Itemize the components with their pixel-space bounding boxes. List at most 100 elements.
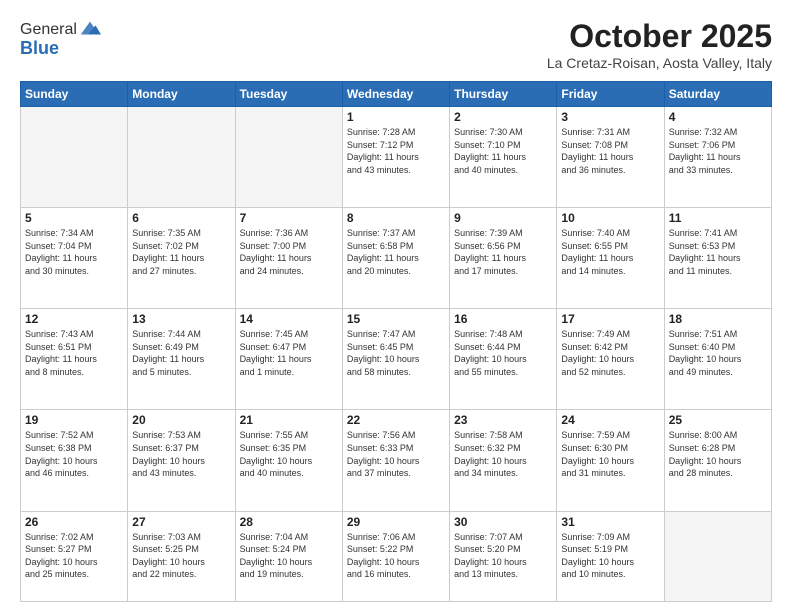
- weekday-header-tuesday: Tuesday: [235, 82, 342, 107]
- day-cell: 19 Sunrise: 7:52 AM Sunset: 6:38 PM Dayli…: [21, 410, 128, 511]
- day-number: 13: [132, 312, 230, 326]
- day-number: 10: [561, 211, 659, 225]
- day-number: 31: [561, 515, 659, 529]
- day-cell: 6 Sunrise: 7:35 AM Sunset: 7:02 PM Daylig…: [128, 208, 235, 309]
- day-cell: 3Sunrise: 7:31 AM Sunset: 7:08 PM Daylig…: [557, 107, 664, 208]
- logo-blue-text: Blue: [20, 38, 101, 59]
- day-cell: [21, 107, 128, 208]
- day-info: Sunrise: 7:51 AM Sunset: 6:40 PM Dayligh…: [669, 328, 767, 378]
- day-cell: 28 Sunrise: 7:04 AM Sunset: 5:24 PM Dayli…: [235, 511, 342, 602]
- week-row-5: 26 Sunrise: 7:02 AM Sunset: 5:27 PM Dayli…: [21, 511, 772, 602]
- day-number: 25: [669, 413, 767, 427]
- day-info: Sunrise: 7:39 AM Sunset: 6:56 PM Dayligh…: [454, 227, 552, 277]
- day-cell: 23 Sunrise: 7:58 AM Sunset: 6:32 PM Dayli…: [450, 410, 557, 511]
- day-info: Sunrise: 7:43 AM Sunset: 6:51 PM Dayligh…: [25, 328, 123, 378]
- day-info: Sunrise: 7:06 AM Sunset: 5:22 PM Dayligh…: [347, 531, 445, 581]
- day-cell: 22Sunrise: 7:56 AM Sunset: 6:33 PM Dayli…: [342, 410, 449, 511]
- day-info: Sunrise: 7:30 AM Sunset: 7:10 PM Dayligh…: [454, 126, 552, 176]
- day-cell: 24Sunrise: 7:59 AM Sunset: 6:30 PM Dayli…: [557, 410, 664, 511]
- day-cell: 9 Sunrise: 7:39 AM Sunset: 6:56 PM Daylig…: [450, 208, 557, 309]
- day-info: Sunrise: 7:47 AM Sunset: 6:45 PM Dayligh…: [347, 328, 445, 378]
- day-info: Sunrise: 8:00 AM Sunset: 6:28 PM Dayligh…: [669, 429, 767, 479]
- day-cell: 7Sunrise: 7:36 AM Sunset: 7:00 PM Daylig…: [235, 208, 342, 309]
- day-info: Sunrise: 7:35 AM Sunset: 7:02 PM Dayligh…: [132, 227, 230, 277]
- day-cell: 10 Sunrise: 7:40 AM Sunset: 6:55 PM Dayli…: [557, 208, 664, 309]
- day-number: 9: [454, 211, 552, 225]
- logo-icon: [79, 18, 101, 40]
- day-number: 28: [240, 515, 338, 529]
- day-cell: 4Sunrise: 7:32 AM Sunset: 7:06 PM Daylig…: [664, 107, 771, 208]
- day-info: Sunrise: 7:52 AM Sunset: 6:38 PM Dayligh…: [25, 429, 123, 479]
- day-cell: 5Sunrise: 7:34 AM Sunset: 7:04 PM Daylig…: [21, 208, 128, 309]
- day-number: 6: [132, 211, 230, 225]
- day-cell: 27 Sunrise: 7:03 AM Sunset: 5:25 PM Dayli…: [128, 511, 235, 602]
- calendar-table: SundayMondayTuesdayWednesdayThursdayFrid…: [20, 81, 772, 602]
- day-info: Sunrise: 7:58 AM Sunset: 6:32 PM Dayligh…: [454, 429, 552, 479]
- day-number: 15: [347, 312, 445, 326]
- day-info: Sunrise: 7:04 AM Sunset: 5:24 PM Dayligh…: [240, 531, 338, 581]
- logo: General Blue: [20, 18, 101, 59]
- day-cell: 8Sunrise: 7:37 AM Sunset: 6:58 PM Daylig…: [342, 208, 449, 309]
- day-info: Sunrise: 7:09 AM Sunset: 5:19 PM Dayligh…: [561, 531, 659, 581]
- day-number: 23: [454, 413, 552, 427]
- day-number: 18: [669, 312, 767, 326]
- day-cell: 2 Sunrise: 7:30 AM Sunset: 7:10 PM Daylig…: [450, 107, 557, 208]
- day-cell: 20 Sunrise: 7:53 AM Sunset: 6:37 PM Dayli…: [128, 410, 235, 511]
- day-cell: 14 Sunrise: 7:45 AM Sunset: 6:47 PM Dayli…: [235, 309, 342, 410]
- day-number: 12: [25, 312, 123, 326]
- weekday-header-row: SundayMondayTuesdayWednesdayThursdayFrid…: [21, 82, 772, 107]
- day-number: 29: [347, 515, 445, 529]
- calendar-title: October 2025: [547, 18, 772, 55]
- calendar-subtitle: La Cretaz-Roisan, Aosta Valley, Italy: [547, 55, 772, 71]
- day-cell: 1 Sunrise: 7:28 AM Sunset: 7:12 PM Daylig…: [342, 107, 449, 208]
- day-info: Sunrise: 7:49 AM Sunset: 6:42 PM Dayligh…: [561, 328, 659, 378]
- day-info: Sunrise: 7:53 AM Sunset: 6:37 PM Dayligh…: [132, 429, 230, 479]
- day-number: 5: [25, 211, 123, 225]
- day-number: 30: [454, 515, 552, 529]
- weekday-header-friday: Friday: [557, 82, 664, 107]
- day-info: Sunrise: 7:31 AM Sunset: 7:08 PM Dayligh…: [561, 126, 659, 176]
- week-row-4: 19 Sunrise: 7:52 AM Sunset: 6:38 PM Dayli…: [21, 410, 772, 511]
- day-number: 24: [561, 413, 659, 427]
- day-cell: 16Sunrise: 7:48 AM Sunset: 6:44 PM Dayli…: [450, 309, 557, 410]
- week-row-1: 1 Sunrise: 7:28 AM Sunset: 7:12 PM Daylig…: [21, 107, 772, 208]
- day-number: 27: [132, 515, 230, 529]
- day-number: 26: [25, 515, 123, 529]
- day-info: Sunrise: 7:41 AM Sunset: 6:53 PM Dayligh…: [669, 227, 767, 277]
- day-number: 20: [132, 413, 230, 427]
- day-cell: 11 Sunrise: 7:41 AM Sunset: 6:53 PM Dayli…: [664, 208, 771, 309]
- day-info: Sunrise: 7:28 AM Sunset: 7:12 PM Dayligh…: [347, 126, 445, 176]
- day-cell: 25 Sunrise: 8:00 AM Sunset: 6:28 PM Dayli…: [664, 410, 771, 511]
- day-info: Sunrise: 7:03 AM Sunset: 5:25 PM Dayligh…: [132, 531, 230, 581]
- day-info: Sunrise: 7:40 AM Sunset: 6:55 PM Dayligh…: [561, 227, 659, 277]
- day-cell: 12 Sunrise: 7:43 AM Sunset: 6:51 PM Dayli…: [21, 309, 128, 410]
- day-info: Sunrise: 7:36 AM Sunset: 7:00 PM Dayligh…: [240, 227, 338, 277]
- day-number: 2: [454, 110, 552, 124]
- day-cell: [664, 511, 771, 602]
- day-cell: 30 Sunrise: 7:07 AM Sunset: 5:20 PM Dayli…: [450, 511, 557, 602]
- day-cell: 17 Sunrise: 7:49 AM Sunset: 6:42 PM Dayli…: [557, 309, 664, 410]
- weekday-header-wednesday: Wednesday: [342, 82, 449, 107]
- weekday-header-saturday: Saturday: [664, 82, 771, 107]
- day-number: 17: [561, 312, 659, 326]
- day-info: Sunrise: 7:56 AM Sunset: 6:33 PM Dayligh…: [347, 429, 445, 479]
- day-number: 11: [669, 211, 767, 225]
- logo-general-text: General: [20, 21, 77, 39]
- day-number: 19: [25, 413, 123, 427]
- day-number: 21: [240, 413, 338, 427]
- day-number: 1: [347, 110, 445, 124]
- day-info: Sunrise: 7:32 AM Sunset: 7:06 PM Dayligh…: [669, 126, 767, 176]
- day-cell: 13Sunrise: 7:44 AM Sunset: 6:49 PM Dayli…: [128, 309, 235, 410]
- header: General Blue October 2025 La Cretaz-Rois…: [20, 18, 772, 71]
- day-number: 14: [240, 312, 338, 326]
- weekday-header-thursday: Thursday: [450, 82, 557, 107]
- day-cell: 18 Sunrise: 7:51 AM Sunset: 6:40 PM Dayli…: [664, 309, 771, 410]
- day-info: Sunrise: 7:02 AM Sunset: 5:27 PM Dayligh…: [25, 531, 123, 581]
- week-row-3: 12 Sunrise: 7:43 AM Sunset: 6:51 PM Dayli…: [21, 309, 772, 410]
- day-info: Sunrise: 7:07 AM Sunset: 5:20 PM Dayligh…: [454, 531, 552, 581]
- day-info: Sunrise: 7:55 AM Sunset: 6:35 PM Dayligh…: [240, 429, 338, 479]
- day-number: 8: [347, 211, 445, 225]
- title-block: October 2025 La Cretaz-Roisan, Aosta Val…: [547, 18, 772, 71]
- day-info: Sunrise: 7:45 AM Sunset: 6:47 PM Dayligh…: [240, 328, 338, 378]
- day-cell: 26 Sunrise: 7:02 AM Sunset: 5:27 PM Dayli…: [21, 511, 128, 602]
